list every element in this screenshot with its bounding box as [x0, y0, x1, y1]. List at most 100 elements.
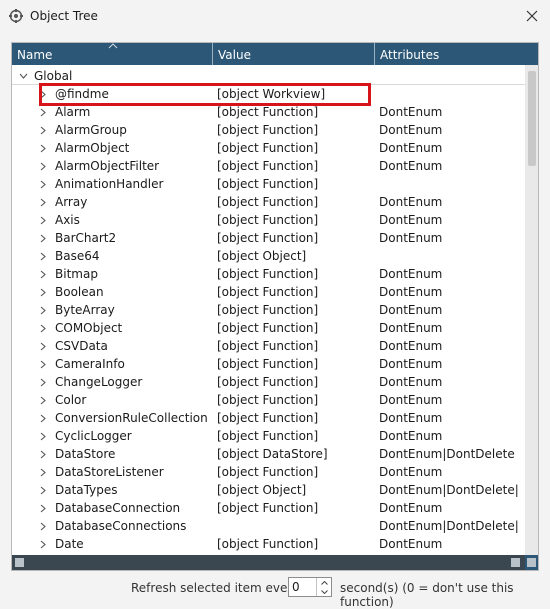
- row-value: [object Function]: [217, 375, 319, 389]
- row-name: Base64: [55, 249, 100, 263]
- table-row[interactable]: DataStoreListener [object Function] DontEn…: [12, 463, 525, 481]
- row-value: [object Function]: [217, 285, 319, 299]
- table-row[interactable]: ConversionRuleCollection [object Function…: [12, 409, 525, 427]
- column-header-name-label: Name: [17, 48, 53, 62]
- row-name: Axis: [55, 213, 80, 227]
- row-name: ByteArray: [55, 303, 115, 317]
- chevron-down-icon: [320, 589, 328, 594]
- table-row[interactable]: Color [object Function] DontEnum: [12, 391, 525, 409]
- header-corner: [525, 43, 538, 65]
- table-row[interactable]: Axis [object Function] DontEnum: [12, 211, 525, 229]
- chevron-right-icon[interactable]: [38, 391, 48, 409]
- table-row[interactable]: Boolean [object Function] DontEnum: [12, 283, 525, 301]
- chevron-right-icon[interactable]: [38, 427, 48, 445]
- chevron-right-icon[interactable]: [38, 517, 48, 535]
- row-attributes: DontEnum: [379, 231, 443, 245]
- stepper-down-button[interactable]: [317, 587, 331, 596]
- table-row[interactable]: Base64 [object Object]: [12, 247, 525, 265]
- chevron-right-icon[interactable]: [38, 499, 48, 517]
- chevron-right-icon[interactable]: [38, 229, 48, 247]
- chevron-right-icon[interactable]: [38, 265, 48, 283]
- row-value: [object Function]: [217, 321, 319, 335]
- table-row[interactable]: AlarmObject [object Function] DontEnum: [12, 139, 525, 157]
- column-header-attributes[interactable]: Attributes: [375, 43, 525, 65]
- row-value: [object Function]: [217, 411, 319, 425]
- column-header-name[interactable]: Name: [12, 43, 213, 65]
- vertical-scroll-thumb[interactable]: [528, 71, 536, 166]
- chevron-right-icon[interactable]: [38, 409, 48, 427]
- row-value: [object Function]: [217, 267, 319, 281]
- row-value: [object Function]: [217, 141, 319, 155]
- chevron-right-icon[interactable]: [38, 337, 48, 355]
- table-row[interactable]: COMObject [object Function] DontEnum: [12, 319, 525, 337]
- table-row[interactable]: CyclicLogger [object Function] DontEnum: [12, 427, 525, 445]
- row-value: [object DataStore]: [217, 447, 328, 461]
- row-attributes: DontEnum: [379, 105, 443, 119]
- table-row[interactable]: AlarmGroup [object Function] DontEnum: [12, 121, 525, 139]
- row-attributes: DontEnum: [379, 285, 443, 299]
- chevron-right-icon[interactable]: [38, 175, 48, 193]
- close-icon: [526, 10, 538, 22]
- chevron-down-icon[interactable]: [18, 67, 28, 85]
- vertical-scrollbar[interactable]: [525, 65, 538, 555]
- row-name: AlarmGroup: [55, 123, 127, 137]
- row-attributes: DontEnum|DontDelete|R...: [379, 483, 519, 497]
- table-row[interactable]: DataStore [object DataStore] DontEnum|Dont…: [12, 445, 525, 463]
- stepper-up-button[interactable]: [317, 578, 331, 587]
- chevron-right-icon[interactable]: [38, 463, 48, 481]
- chevron-up-icon: [320, 580, 328, 585]
- chevron-right-icon[interactable]: [38, 355, 48, 373]
- scroll-right-button[interactable]: [511, 558, 520, 567]
- chevron-right-icon[interactable]: [38, 157, 48, 175]
- row-value: [object Function]: [217, 393, 319, 407]
- chevron-right-icon[interactable]: [38, 247, 48, 265]
- row-attributes: DontEnum: [379, 375, 443, 389]
- chevron-right-icon[interactable]: [38, 445, 48, 463]
- chevron-right-icon[interactable]: [38, 535, 48, 553]
- chevron-right-icon[interactable]: [38, 301, 48, 319]
- table-row[interactable]: CameraInfo [object Function] DontEnum: [12, 355, 525, 373]
- row-value: [object Function]: [217, 429, 319, 443]
- table-row[interactable]: Array [object Function] DontEnum: [12, 193, 525, 211]
- table-row[interactable]: ChangeLogger [object Function] DontEnum: [12, 373, 525, 391]
- table-row[interactable]: BarChart2 [object Function] DontEnum: [12, 229, 525, 247]
- row-name: Date: [55, 537, 84, 551]
- row-name: Bitmap: [55, 267, 98, 281]
- chevron-right-icon[interactable]: [38, 139, 48, 157]
- row-attributes: DontEnum: [379, 195, 443, 209]
- table-row[interactable]: AlarmObjectFilter [object Function] DontEn…: [12, 157, 525, 175]
- row-attributes: DontEnum: [379, 267, 443, 281]
- row-attributes: DontEnum: [379, 123, 443, 137]
- row-attributes: DontEnum: [379, 303, 443, 317]
- row-attributes: DontEnum: [379, 501, 443, 515]
- chevron-right-icon[interactable]: [38, 121, 48, 139]
- table-row[interactable]: DataTypes [object Object] DontEnum|DontDel…: [12, 481, 525, 499]
- chevron-right-icon[interactable]: [38, 481, 48, 499]
- row-value: [object Function]: [217, 195, 319, 209]
- chevron-right-icon[interactable]: [38, 319, 48, 337]
- chevron-right-icon[interactable]: [38, 211, 48, 229]
- row-name: DataStore: [55, 447, 116, 461]
- horizontal-scrollbar[interactable]: [12, 555, 525, 570]
- table-row[interactable]: DatabaseConnection [object Function] DontE…: [12, 499, 525, 517]
- chevron-right-icon[interactable]: [38, 373, 48, 391]
- row-value: [object Function]: [217, 465, 319, 479]
- refresh-interval-value[interactable]: 0: [292, 580, 300, 594]
- chevron-right-icon[interactable]: [38, 283, 48, 301]
- table-row[interactable]: AnimationHandler [object Function]: [12, 175, 525, 193]
- table-row[interactable]: Bitmap [object Function] DontEnum: [12, 265, 525, 283]
- footer: Refresh selected item every: 0 second(s)…: [0, 576, 550, 609]
- close-button[interactable]: [522, 6, 542, 26]
- column-header-value[interactable]: Value: [213, 43, 375, 65]
- row-attributes: DontEnum: [379, 213, 443, 227]
- table-row[interactable]: DatabaseConnections DontEnum|DontDelete|R…: [12, 517, 525, 535]
- scroll-left-button[interactable]: [15, 558, 24, 567]
- chevron-right-icon[interactable]: [38, 193, 48, 211]
- row-value: [object Function]: [217, 177, 319, 191]
- scroll-down-button[interactable]: [527, 558, 536, 567]
- table-row[interactable]: ByteArray [object Function] DontEnum: [12, 301, 525, 319]
- table-row[interactable]: CSVData [object Function] DontEnum: [12, 337, 525, 355]
- table-row[interactable]: Date [object Function] DontEnum: [12, 535, 525, 553]
- refresh-interval-stepper[interactable]: 0: [288, 577, 332, 597]
- object-tree-grid[interactable]: Name Value Attributes Global @findme [obje…: [11, 42, 539, 571]
